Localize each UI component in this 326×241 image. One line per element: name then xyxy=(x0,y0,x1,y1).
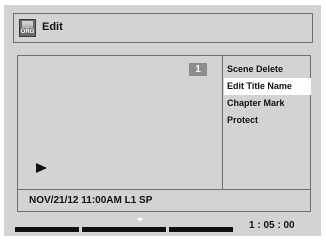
edit-menu: Scene Delete Edit Title Name Chapter Mar… xyxy=(224,61,311,129)
recording-info: NOV/21/12 11:00AM L1 SP xyxy=(29,195,153,206)
original-disc-icon: ORG xyxy=(19,19,36,37)
play-icon xyxy=(36,163,47,173)
original-disc-image xyxy=(22,21,33,28)
header-bar: ORG Edit xyxy=(13,13,313,43)
timeline-segment xyxy=(169,227,233,232)
menu-item-edit-title-name[interactable]: Edit Title Name xyxy=(224,78,311,95)
page-title: Edit xyxy=(42,21,63,33)
timeline-segment xyxy=(15,227,79,232)
menu-item-chapter-mark[interactable]: Chapter Mark xyxy=(224,95,311,112)
video-preview: 1 xyxy=(18,56,223,189)
menu-item-protect[interactable]: Protect xyxy=(224,112,311,129)
title-number-badge: 1 xyxy=(189,63,207,76)
timeline-segment xyxy=(82,227,166,232)
edit-panel: 1 Scene Delete Edit Title Name Chapter M… xyxy=(17,55,311,212)
time-counter: 1 : 05 : 00 xyxy=(249,220,295,231)
menu-item-scene-delete[interactable]: Scene Delete xyxy=(224,61,311,78)
recording-info-bar: NOV/21/12 11:00AM L1 SP xyxy=(18,189,310,211)
timeline-position-marker xyxy=(137,218,143,222)
original-disc-icon-label: ORG xyxy=(20,29,35,35)
